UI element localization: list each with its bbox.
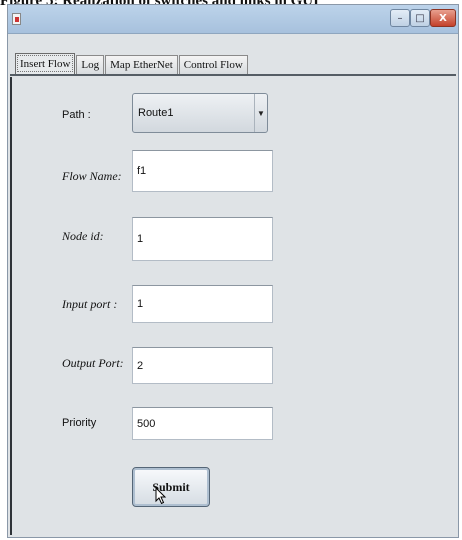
panel-border (10, 77, 12, 535)
input-port-value: 1 (137, 298, 144, 310)
java-app-icon (12, 13, 21, 25)
tab-divider (10, 74, 456, 76)
title-bar: – □ X (8, 5, 458, 34)
app-window: – □ X Insert Flow Log Map EtherNet Contr… (7, 4, 459, 538)
input-port-input[interactable]: 1 (132, 285, 273, 323)
mouse-pointer-icon (155, 487, 167, 505)
priority-label: Priority (62, 417, 97, 429)
node-id-input[interactable]: 1 (132, 217, 273, 261)
flow-name-value: f1 (137, 165, 147, 177)
submit-button[interactable]: Submit (132, 467, 210, 507)
priority-input[interactable]: 500 (132, 407, 273, 440)
input-port-label: Input port : (62, 297, 118, 311)
tab-map-ethernet[interactable]: Map EtherNet (105, 55, 178, 74)
tab-insert-flow[interactable]: Insert Flow (15, 53, 76, 74)
path-label: Path : (62, 109, 91, 121)
flow-name-label: Flow Name: (62, 169, 122, 183)
priority-value: 500 (137, 417, 156, 430)
tab-log[interactable]: Log (76, 55, 105, 74)
flow-name-input[interactable]: f1 (132, 150, 273, 192)
minimize-button[interactable]: – (390, 9, 410, 27)
maximize-button[interactable]: □ (410, 9, 430, 27)
output-port-value: 2 (137, 359, 144, 372)
path-select[interactable]: Route1 ▼ (132, 93, 268, 133)
output-port-label: Output Port: (62, 356, 124, 370)
close-button[interactable]: X (430, 9, 456, 27)
output-port-input[interactable]: 2 (132, 347, 273, 384)
tab-bar: Insert Flow Log Map EtherNet Control Flo… (15, 53, 249, 74)
node-id-label: Node id: (62, 229, 104, 243)
tab-control-flow[interactable]: Control Flow (178, 55, 248, 74)
node-id-value: 1 (137, 233, 144, 245)
path-select-value: Route1 (138, 107, 174, 119)
dropdown-arrow-icon[interactable]: ▼ (254, 94, 267, 132)
